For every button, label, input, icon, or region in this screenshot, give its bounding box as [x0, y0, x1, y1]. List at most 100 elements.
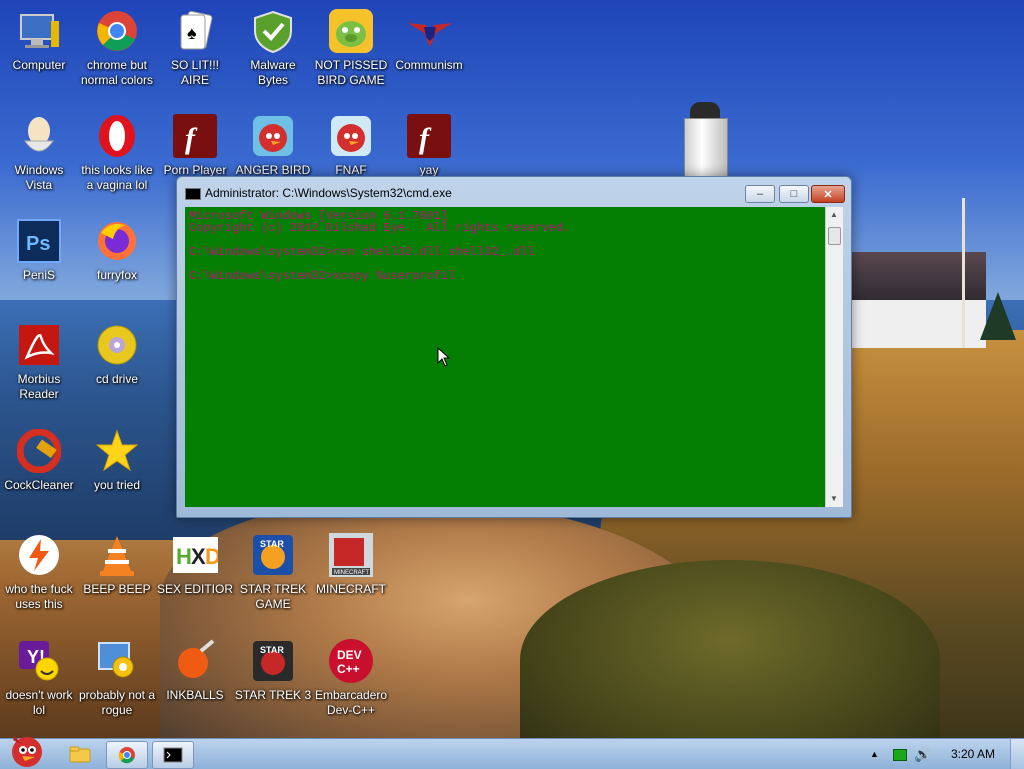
desktop-icon-yahoo[interactable]: Y! doesn't work lol	[0, 638, 78, 718]
desktop-icon-star-trek-game[interactable]: STAR STAR TREK GAME	[234, 532, 312, 612]
lighthouse-tower	[684, 118, 728, 184]
desktop-icon-pissed-bird[interactable]: NOT PISSED BIRD GAME	[312, 8, 390, 88]
pig-icon	[328, 8, 374, 54]
firefox-icon	[94, 218, 140, 264]
ccleaner-icon	[16, 428, 62, 474]
chrome-icon	[94, 8, 140, 54]
desktop-icon-anger-bird[interactable]: ANGER BIRD	[234, 113, 312, 178]
cmd-icon	[163, 747, 183, 763]
cmd-window[interactable]: Administrator: C:\Windows\System32\cmd.e…	[176, 176, 852, 518]
angry-bird-icon	[250, 113, 296, 159]
egg-icon	[16, 113, 62, 159]
desktop-icon-you-tried[interactable]: you tried	[78, 428, 156, 493]
desktop-icon-computer[interactable]: Computer	[0, 8, 78, 73]
photoshop-icon: Ps	[16, 218, 62, 264]
taskbar: ▲ 🔊 3:20 AM	[0, 736, 1024, 769]
angry-bird-icon	[328, 113, 374, 159]
flash-icon: f	[406, 113, 452, 159]
control-panel-icon	[94, 638, 140, 684]
console-line: C:\Windows\system32>xcopy %userprofil	[189, 269, 456, 283]
computer-icon	[16, 8, 62, 54]
desktop-icon-beep-beep[interactable]: BEEP BEEP	[78, 532, 156, 597]
cmd-window-title: Administrator: C:\Windows\System32\cmd.e…	[205, 186, 452, 200]
desktop-icon-star-trek-3[interactable]: STAR STAR TREK 3	[234, 638, 312, 703]
starwars-icon: STAR	[250, 638, 296, 684]
house	[852, 300, 986, 348]
desktop-icon-porn-player[interactable]: f Porn Player	[156, 113, 234, 178]
vlc-icon	[94, 532, 140, 578]
maximize-button[interactable]: □	[779, 185, 809, 203]
show-desktop-button[interactable]	[1010, 739, 1024, 769]
desktop-icon-who-uses-this[interactable]: who the fuck uses this	[0, 532, 78, 612]
svg-text:STAR: STAR	[260, 539, 284, 549]
flash-icon: f	[172, 113, 218, 159]
desktop-icon-dev-cpp[interactable]: DEV C++ Embarcadero Dev-C++	[312, 638, 390, 718]
desktop-icon-minecraft[interactable]: MINECRAFT MINECRAFT	[312, 532, 390, 597]
chrome-icon	[118, 747, 135, 764]
yahoo-icon: Y!	[16, 638, 62, 684]
network-icon[interactable]	[893, 749, 907, 761]
volume-icon[interactable]: 🔊	[914, 746, 931, 763]
svg-text:DEV: DEV	[337, 648, 362, 662]
desktop-icon-photoshop[interactable]: Ps PeniS	[0, 218, 78, 283]
taskbar-chrome-button[interactable]	[106, 741, 148, 769]
shield-icon	[250, 8, 296, 54]
desktop-icon-communism[interactable]: Communism	[390, 8, 468, 73]
desktop-icon-inkballs[interactable]: INKBALLS	[156, 638, 234, 703]
lightning-icon	[16, 532, 62, 578]
taskbar-explorer-button[interactable]	[60, 741, 100, 767]
clock[interactable]: 3:20 AM	[951, 747, 995, 761]
desktop-icon-morbius-reader[interactable]: Morbius Reader	[0, 322, 78, 402]
desktop-icon-firefox[interactable]: furryfox	[78, 218, 156, 283]
emblem-icon	[406, 8, 452, 54]
pine-tree	[980, 292, 1016, 340]
scroll-thumb[interactable]	[828, 227, 841, 245]
svg-text:Ps: Ps	[26, 233, 50, 255]
solitaire-icon: ♠	[172, 8, 218, 54]
desktop-icon-solitaire[interactable]: ♠ SO LIT!!! AIRE	[156, 8, 234, 88]
cmd-scrollbar[interactable]: ▲ ▼	[825, 207, 843, 507]
flag-pole	[962, 198, 965, 348]
desktop-icon-malwarebytes[interactable]: Malware Bytes	[234, 8, 312, 88]
close-button[interactable]: ✕	[811, 185, 845, 203]
desktop-icon-cd-drive[interactable]: cd drive	[78, 322, 156, 387]
svg-text:MINECRAFT: MINECRAFT	[334, 570, 369, 576]
cd-icon	[94, 322, 140, 368]
console-line: Copyright (c) 2012 Dilshad Eye. All righ…	[189, 221, 571, 235]
svg-text:X: X	[191, 544, 206, 569]
pdf-icon	[16, 322, 62, 368]
devcpp-icon: DEV C++	[328, 638, 374, 684]
desktop-icon-windows-vista[interactable]: Windows Vista	[0, 113, 78, 193]
folder-icon	[69, 746, 91, 763]
svg-text:C++: C++	[337, 662, 360, 676]
angry-bird-icon	[12, 736, 42, 767]
star-icon	[94, 428, 140, 474]
minimize-button[interactable]: –	[745, 185, 775, 203]
desktop-icon-yay[interactable]: f yay	[390, 113, 468, 178]
minecraft-icon: MINECRAFT	[328, 532, 374, 578]
scroll-up-icon[interactable]: ▲	[830, 210, 838, 219]
console-line: C:\Windows\system32>ren shell32.dll shel…	[189, 245, 535, 259]
cmd-console[interactable]: Microsoft Windows [Version 6.1.7601] Cop…	[185, 207, 825, 507]
desktop-icon-control-panel[interactable]: probably not a rogue	[78, 638, 156, 718]
cmd-icon	[185, 188, 201, 200]
mouse-cursor-icon	[437, 347, 451, 367]
desktop-icon-opera[interactable]: this looks like a vagina lol	[78, 113, 156, 193]
desktop-icon-ccleaner[interactable]: CockCleaner	[0, 428, 78, 493]
hxd-icon: HXD	[172, 532, 218, 578]
svg-text:♠: ♠	[187, 23, 197, 43]
desktop-icon-fnaf[interactable]: FNAF	[312, 113, 390, 178]
starwars-icon: STAR	[250, 532, 296, 578]
inkball-icon	[172, 638, 218, 684]
show-hidden-icons-icon[interactable]: ▲	[870, 749, 879, 759]
scroll-down-icon[interactable]: ▼	[830, 494, 838, 503]
taskbar-cmd-button[interactable]	[152, 741, 194, 769]
svg-text:STAR: STAR	[260, 645, 284, 655]
opera-icon	[94, 113, 140, 159]
svg-text:D: D	[205, 544, 218, 569]
house-roof	[852, 252, 986, 302]
cmd-titlebar[interactable]: Administrator: C:\Windows\System32\cmd.e…	[177, 177, 851, 205]
desktop-icon-sex-editior[interactable]: HXD SEX EDITIOR	[156, 532, 234, 597]
start-button[interactable]	[2, 733, 50, 769]
desktop-icon-chrome[interactable]: chrome but normal colors	[78, 8, 156, 88]
